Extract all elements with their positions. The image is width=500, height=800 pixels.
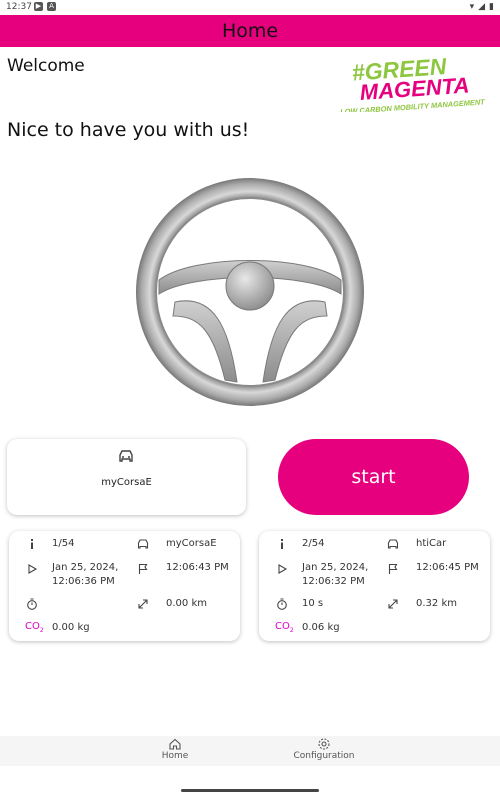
trip-start-time: 12:06:36 PM bbox=[52, 576, 115, 587]
gear-icon bbox=[318, 738, 330, 750]
app-notification-icon: A bbox=[47, 2, 56, 11]
trip-end-time: 12:06:43 PM bbox=[166, 562, 229, 573]
flag-icon bbox=[137, 563, 149, 575]
greeting-text: Nice to have you with us! bbox=[7, 119, 250, 141]
flag-icon bbox=[387, 563, 399, 575]
car-select-card[interactable]: myCorsaE bbox=[7, 439, 246, 515]
car-icon bbox=[119, 450, 133, 462]
car-icon bbox=[387, 538, 399, 550]
app-bar: Home bbox=[0, 15, 500, 47]
trip-duration: 10 s bbox=[302, 598, 324, 609]
trip-start-time: 12:06:32 PM bbox=[302, 576, 365, 587]
play-icon bbox=[26, 563, 38, 575]
car-name: myCorsaE bbox=[101, 477, 152, 488]
green-magenta-logo: #GREEN MAGENTA LOW CARBON MOBILITY MANAG… bbox=[340, 53, 487, 112]
timer-icon bbox=[276, 598, 288, 610]
info-icon bbox=[276, 538, 288, 550]
play-icon bbox=[276, 563, 288, 575]
trip-car: htiCar bbox=[416, 538, 447, 549]
trip-car: myCorsaE bbox=[166, 538, 217, 549]
trip-distance: 0.00 km bbox=[166, 598, 207, 609]
nav-configuration[interactable]: Configuration bbox=[274, 736, 374, 766]
trip-index: 2/54 bbox=[302, 538, 325, 549]
trip-start-date: Jan 25, 2024, bbox=[302, 562, 369, 573]
welcome-text: Welcome bbox=[7, 56, 85, 76]
nav-configuration-label: Configuration bbox=[293, 751, 355, 761]
trip-co2: 0.06 kg bbox=[302, 622, 340, 633]
timer-icon bbox=[26, 598, 38, 610]
gesture-bar[interactable] bbox=[181, 789, 319, 792]
start-button[interactable]: start bbox=[278, 439, 469, 515]
distance-icon bbox=[137, 598, 149, 610]
co2-icon: CO2 bbox=[25, 621, 44, 634]
notification-icon: ▶ bbox=[34, 2, 43, 11]
signal-icon: ◢ bbox=[478, 2, 486, 12]
trip-start-date: Jan 25, 2024, bbox=[52, 562, 119, 573]
info-icon bbox=[26, 538, 38, 550]
trip-distance: 0.32 km bbox=[416, 598, 457, 609]
nav-home-label: Home bbox=[161, 751, 189, 761]
trip-index: 1/54 bbox=[52, 538, 75, 549]
bottom-navigation: Home Configuration bbox=[0, 736, 500, 766]
trip-end-time: 12:06:45 PM bbox=[416, 562, 479, 573]
page-title: Home bbox=[221, 20, 279, 42]
co2-icon: CO2 bbox=[275, 621, 294, 634]
car-icon bbox=[137, 538, 149, 550]
status-bar: 12:37 ▶ A ▾ ◢ ▮ bbox=[0, 0, 500, 15]
distance-icon bbox=[387, 598, 399, 610]
trip-co2: 0.00 kg bbox=[52, 622, 90, 633]
status-time: 12:37 bbox=[6, 2, 32, 12]
nav-home[interactable]: Home bbox=[125, 736, 225, 766]
battery-icon: ▮ bbox=[489, 2, 494, 12]
trip-card[interactable]: 2/54 htiCar Jan 25, 2024, 12:06:32 PM 12… bbox=[259, 531, 490, 641]
trip-card[interactable]: 1/54 myCorsaE Jan 25, 2024, 12:06:36 PM … bbox=[9, 531, 240, 641]
wifi-icon: ▾ bbox=[469, 2, 475, 12]
home-icon bbox=[169, 738, 181, 750]
steering-wheel-icon bbox=[136, 178, 364, 406]
